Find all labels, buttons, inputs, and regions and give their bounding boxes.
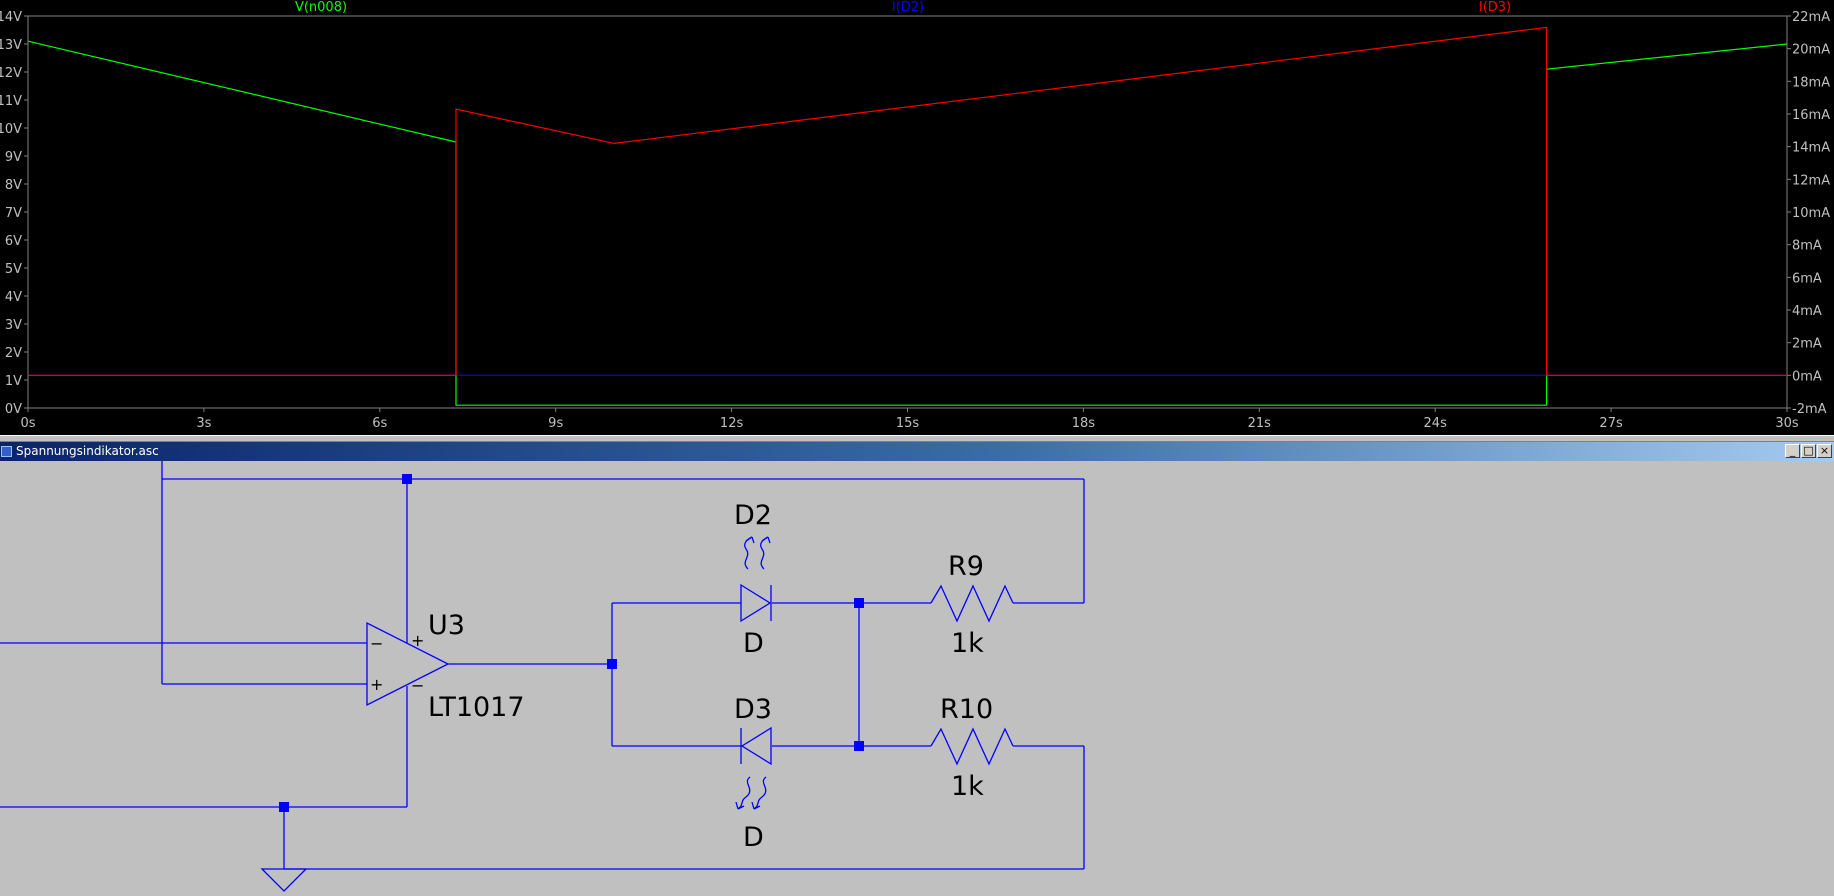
opamp-plus-sign: + bbox=[370, 675, 383, 694]
pane-splitter[interactable] bbox=[0, 435, 1834, 442]
opamp-supply-plus-sign: + bbox=[411, 631, 424, 650]
led-d2-value-label[interactable]: D bbox=[743, 628, 764, 659]
x-tick-label: 0s bbox=[20, 416, 35, 431]
opamp-ref-label[interactable]: U3 bbox=[428, 610, 465, 641]
light-arrow-icon bbox=[745, 536, 755, 544]
led-d3-body[interactable] bbox=[740, 726, 772, 766]
ground-icon[interactable] bbox=[260, 868, 308, 892]
y-left-tick-label: 8V bbox=[5, 178, 22, 193]
resistor-r10-zigzag[interactable] bbox=[930, 727, 1014, 766]
y-left-tick-label: 0V bbox=[5, 402, 22, 417]
resistor-r9-zigzag[interactable] bbox=[930, 584, 1014, 623]
y-left-tick-label: 5V bbox=[5, 262, 22, 277]
schematic-drawing[interactable]: − + + − U3 LT1017 D2 D D3 D R9 1k R10 1k bbox=[0, 461, 1834, 896]
y-left-tick-label: 9V bbox=[5, 150, 22, 165]
junction-dot[interactable] bbox=[607, 659, 617, 669]
y-right-tick-label: 12mA bbox=[1792, 173, 1830, 188]
y-left-tick-label: 1V bbox=[5, 374, 22, 389]
schematic-canvas[interactable]: − + + − U3 LT1017 D2 D D3 D R9 1k R10 1k bbox=[0, 461, 1834, 896]
light-arrow-icon bbox=[751, 801, 761, 810]
junction-dot[interactable] bbox=[402, 474, 412, 484]
led-d3-value-label[interactable]: D bbox=[743, 822, 764, 853]
maximize-button[interactable]: □ bbox=[1801, 444, 1816, 458]
junction-dot[interactable] bbox=[279, 802, 289, 812]
junction-dot[interactable] bbox=[854, 741, 864, 751]
x-tick-label: 27s bbox=[1599, 416, 1623, 431]
y-right-tick-label: 22mA bbox=[1792, 10, 1830, 25]
opamp-value-label[interactable]: LT1017 bbox=[428, 692, 525, 723]
opamp-supply-minus-sign: − bbox=[411, 676, 424, 695]
resistor-r9-value-label[interactable]: 1k bbox=[951, 628, 984, 659]
y-right-tick-label: 14mA bbox=[1792, 141, 1830, 156]
y-left-tick-label: 11V bbox=[0, 94, 22, 109]
y-left-tick-label: 4V bbox=[5, 290, 22, 305]
y-right-tick-label: 20mA bbox=[1792, 43, 1830, 58]
resistor-r10-value-label[interactable]: 1k bbox=[951, 771, 984, 802]
resistor-r10-symbol[interactable] bbox=[930, 727, 1014, 766]
y-right-tick-label: 8mA bbox=[1792, 239, 1822, 254]
plot-frame bbox=[27, 15, 1788, 409]
y-left-tick-label: 10V bbox=[0, 122, 22, 137]
y-right-tick-label: 2mA bbox=[1792, 337, 1822, 352]
schematic-window-titlebar[interactable]: Spannungsindikator.asc _ □ × bbox=[0, 442, 1834, 461]
light-ray-icon bbox=[744, 536, 753, 570]
trace-label-i-d3[interactable]: I(D3) bbox=[1479, 0, 1511, 15]
light-ray-icon bbox=[753, 776, 767, 810]
x-tick-label: 3s bbox=[196, 416, 211, 431]
trace-label-v-n008[interactable]: V(n008) bbox=[295, 0, 347, 15]
series-line-i-d3- bbox=[28, 26, 1787, 376]
y-right-tick-label: -2mA bbox=[1792, 402, 1827, 417]
x-tick-label: 24s bbox=[1424, 416, 1448, 431]
resistor-r9-ref-label[interactable]: R9 bbox=[948, 551, 984, 582]
led-d2-body[interactable] bbox=[740, 583, 772, 623]
resistor-r9-symbol[interactable] bbox=[930, 584, 1014, 623]
schematic-app-icon bbox=[1, 446, 12, 457]
trace-label-i-d2[interactable]: I(D2) bbox=[892, 0, 924, 15]
x-tick-label: 30s bbox=[1775, 416, 1799, 431]
opamp-minus-sign: − bbox=[370, 634, 383, 653]
light-ray-icon bbox=[760, 536, 769, 570]
close-button[interactable]: × bbox=[1817, 444, 1832, 458]
y-left-tick-label: 6V bbox=[5, 234, 22, 249]
y-right-tick-label: 0mA bbox=[1792, 369, 1822, 384]
x-tick-label: 12s bbox=[720, 416, 744, 431]
y-right-tick-label: 6mA bbox=[1792, 271, 1822, 286]
y-left-tick-label: 3V bbox=[5, 318, 22, 333]
x-tick-label: 15s bbox=[896, 416, 920, 431]
light-ray-icon bbox=[737, 776, 751, 810]
led-d3-symbol[interactable] bbox=[735, 726, 772, 810]
minimize-button[interactable]: _ bbox=[1785, 444, 1800, 458]
x-tick-label: 21s bbox=[1248, 416, 1272, 431]
y-right-tick-label: 10mA bbox=[1792, 206, 1830, 221]
y-left-tick-label: 7V bbox=[5, 206, 22, 221]
waveform-plot-pane[interactable]: 0s 3s 6s 9s 12s 15s 18s 21s 24s 27s 30s 0V 1V 2V 3V 4V 5… bbox=[0, 0, 1834, 435]
y-left-tick-label: 12V bbox=[0, 66, 22, 81]
schematic-wires[interactable] bbox=[0, 461, 1085, 870]
y-left-tick-label: 13V bbox=[0, 38, 22, 53]
y-right-tick-label: 16mA bbox=[1792, 108, 1830, 123]
window-title: Spannungsindikator.asc bbox=[16, 444, 159, 458]
led-d3-ref-label[interactable]: D3 bbox=[734, 694, 772, 725]
x-tick-label: 18s bbox=[1072, 416, 1096, 431]
series-line-v-n008- bbox=[27, 40, 1788, 406]
led-d2-symbol[interactable] bbox=[740, 536, 772, 623]
resistor-r10-ref-label[interactable]: R10 bbox=[940, 694, 993, 725]
y-left-tick-label: 2V bbox=[5, 346, 22, 361]
y-right-tick-label: 18mA bbox=[1792, 75, 1830, 90]
x-tick-label: 6s bbox=[372, 416, 387, 431]
x-tick-label: 9s bbox=[548, 416, 563, 431]
junction-dot[interactable] bbox=[854, 598, 864, 608]
y-right-tick-label: 4mA bbox=[1792, 304, 1822, 319]
light-arrow-icon bbox=[761, 536, 771, 544]
y-left-tick-label: 14V bbox=[0, 10, 22, 25]
light-arrow-icon bbox=[735, 801, 745, 810]
led-d2-ref-label[interactable]: D2 bbox=[734, 500, 772, 531]
waveform-chart[interactable]: 0s 3s 6s 9s 12s 15s 18s 21s 24s 27s 30s 0V 1V 2V 3V 4V 5… bbox=[0, 0, 1834, 435]
